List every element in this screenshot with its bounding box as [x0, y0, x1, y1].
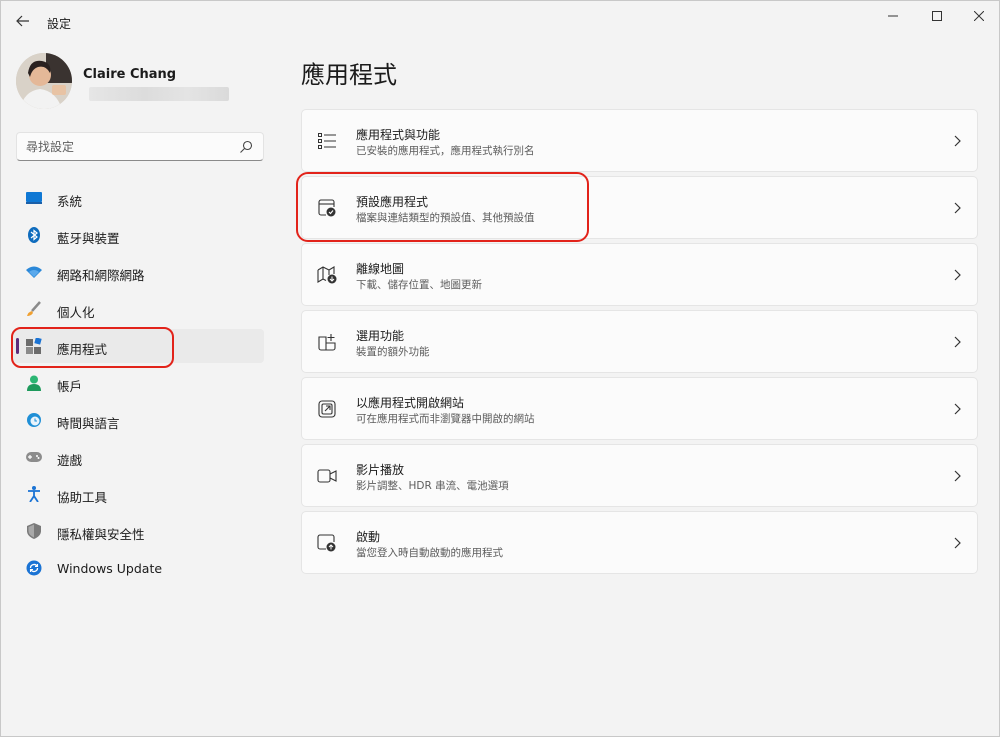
chevron-right-icon — [951, 469, 963, 483]
sidebar-item-label: 應用程式 — [57, 342, 108, 357]
sidebar-item-label: 時間與語言 — [57, 416, 120, 431]
sidebar-item-label: 系統 — [57, 194, 83, 209]
person-icon — [26, 375, 42, 391]
default-app-icon — [317, 198, 337, 218]
brush-icon — [26, 301, 42, 317]
arrow-left-icon — [16, 15, 29, 27]
back-button[interactable] — [11, 9, 35, 33]
card-apps-features[interactable]: 應用程式與功能 已安裝的應用程式，應用程式執行別名 — [301, 109, 978, 172]
page-title: 應用程式 — [301, 61, 397, 89]
sidebar-item-label: 遊戲 — [57, 453, 83, 468]
sidebar-item-privacy-security[interactable]: 隱私權與安全性 — [13, 514, 264, 548]
card-apps-for-websites[interactable]: 以應用程式開啟網站 可在應用程式而非瀏覽器中開啟的網站 — [301, 377, 978, 440]
chevron-right-icon — [951, 335, 963, 349]
card-startup[interactable]: 啟動 當您登入時自動啟動的應用程式 — [301, 511, 978, 574]
bluetooth-icon — [26, 227, 42, 243]
accessibility-icon — [26, 486, 42, 502]
sidebar-item-system[interactable]: 系統 — [13, 181, 264, 215]
sidebar-item-accounts[interactable]: 帳戶 — [13, 366, 264, 400]
card-offline-maps[interactable]: 離線地圖 下載、儲存位置、地圖更新 — [301, 243, 978, 306]
title-bar: 設定 — [1, 1, 1000, 41]
search-icon[interactable] — [238, 139, 254, 155]
card-title: 應用程式與功能 — [356, 128, 441, 142]
card-subtitle: 檔案與連結類型的預設值、其他預設值 — [356, 212, 535, 224]
sidebar-item-network[interactable]: 網路和網際網路 — [13, 255, 264, 289]
card-title: 選用功能 — [356, 329, 405, 343]
apps-icon — [26, 338, 42, 354]
avatar[interactable] — [16, 53, 72, 109]
globe-clock-icon — [26, 412, 42, 428]
sidebar-item-personalization[interactable]: 個人化 — [13, 292, 264, 326]
search-input[interactable] — [26, 138, 226, 156]
sidebar-item-label: 藍牙與裝置 — [57, 231, 120, 246]
startup-icon — [317, 533, 337, 553]
minimize-button[interactable] — [873, 5, 913, 27]
card-subtitle: 裝置的額外功能 — [356, 346, 430, 358]
wifi-icon — [26, 264, 42, 280]
list-icon — [317, 131, 337, 151]
maximize-button[interactable] — [917, 5, 957, 27]
maximize-icon — [932, 11, 942, 21]
card-video-playback[interactable]: 影片播放 影片調整、HDR 串流、電池選項 — [301, 444, 978, 507]
sidebar-item-label: 協助工具 — [57, 490, 108, 505]
user-email-redacted — [89, 87, 229, 101]
card-title: 啟動 — [356, 530, 381, 544]
chevron-right-icon — [951, 402, 963, 416]
settings-window: 設定 Claire Chang 尋找設定 系統 藍牙與裝置 網路和網際網路 個人… — [0, 0, 1000, 737]
minimize-icon — [888, 15, 898, 17]
video-camera-icon — [317, 466, 337, 486]
card-subtitle: 當您登入時自動啟動的應用程式 — [356, 547, 503, 559]
sidebar-item-label: Windows Update — [57, 561, 163, 576]
card-title: 以應用程式開啟網站 — [356, 396, 465, 410]
card-title: 影片播放 — [356, 463, 405, 477]
close-icon — [974, 11, 984, 21]
sidebar-item-label: 隱私權與安全性 — [57, 527, 145, 542]
map-download-icon — [317, 265, 337, 285]
update-icon — [26, 560, 42, 576]
sidebar-item-apps[interactable]: 應用程式 — [13, 329, 264, 363]
card-title: 離線地圖 — [356, 262, 405, 276]
active-indicator — [16, 338, 19, 354]
card-title: 預設應用程式 — [356, 195, 429, 209]
card-subtitle: 已安裝的應用程式，應用程式執行別名 — [356, 145, 535, 157]
chevron-right-icon — [951, 201, 963, 215]
search-box[interactable] — [16, 132, 264, 161]
settings-card-list: 應用程式與功能 已安裝的應用程式，應用程式執行別名 預設應用程式 檔案與連結類型… — [301, 109, 978, 578]
sidebar-item-windows-update[interactable]: Windows Update — [13, 551, 264, 585]
open-external-icon — [317, 399, 337, 419]
app-title: 設定 — [47, 17, 72, 31]
sidebar-item-accessibility[interactable]: 協助工具 — [13, 477, 264, 511]
chevron-right-icon — [951, 268, 963, 282]
sidebar-item-label: 個人化 — [57, 305, 95, 320]
sidebar-item-gaming[interactable]: 遊戲 — [13, 440, 264, 474]
close-button[interactable] — [959, 5, 999, 27]
sidebar-item-label: 網路和網際網路 — [57, 268, 145, 283]
chevron-right-icon — [951, 536, 963, 550]
gamepad-icon — [26, 449, 42, 465]
card-subtitle: 下載、儲存位置、地圖更新 — [356, 279, 482, 291]
card-default-apps[interactable]: 預設應用程式 檔案與連結類型的預設值、其他預設值 — [301, 176, 978, 239]
sidebar-item-time-language[interactable]: 時間與語言 — [13, 403, 264, 437]
shield-icon — [26, 523, 42, 539]
card-optional-features[interactable]: 選用功能 裝置的額外功能 — [301, 310, 978, 373]
profile-photo — [16, 53, 72, 109]
card-subtitle: 可在應用程式而非瀏覽器中開啟的網站 — [356, 413, 535, 425]
monitor-icon — [26, 190, 42, 206]
sidebar-nav: 系統 藍牙與裝置 網路和網際網路 個人化 應用程式 帳戶 時間與語言 遊戲 協助… — [13, 181, 264, 588]
sidebar-item-label: 帳戶 — [57, 379, 83, 394]
add-grid-icon — [317, 332, 337, 352]
sidebar-item-bluetooth-devices[interactable]: 藍牙與裝置 — [13, 218, 264, 252]
chevron-right-icon — [951, 134, 963, 148]
user-name: Claire Chang — [83, 67, 177, 82]
card-subtitle: 影片調整、HDR 串流、電池選項 — [356, 480, 509, 492]
